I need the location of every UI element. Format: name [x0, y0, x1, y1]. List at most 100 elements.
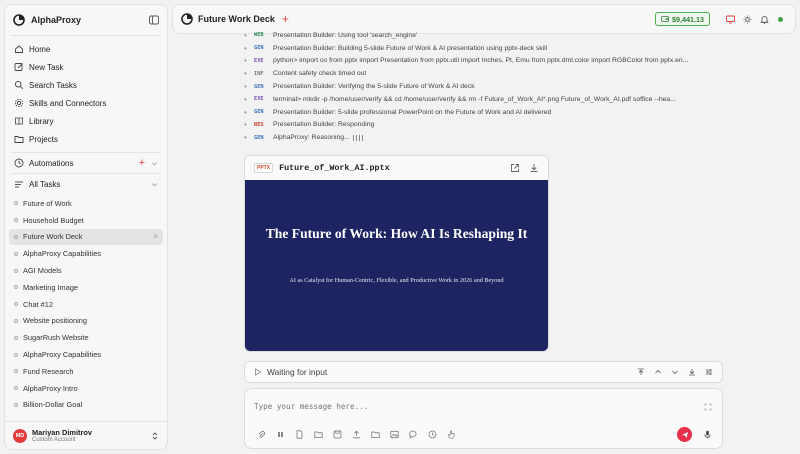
task-label: Future Work Deck: [23, 232, 83, 242]
edit-icon: [14, 63, 23, 71]
file-card-header: PPTX Future_of_Work_AI.pptx: [245, 156, 548, 180]
sidebar-item-search-tasks[interactable]: Search Tasks: [5, 76, 167, 94]
task-item[interactable]: AlphaProxy Capabilities: [5, 346, 167, 363]
balance-badge[interactable]: $9,441.13: [655, 12, 710, 26]
all-tasks-section[interactable]: All Tasks: [5, 174, 167, 194]
log-text: Content safety check timed out: [273, 70, 367, 78]
log-tag: GEN: [254, 83, 264, 90]
new-tab-button[interactable]: +: [282, 13, 289, 25]
sidebar-item-skills[interactable]: Skills and Connectors: [5, 94, 167, 112]
task-item[interactable]: Fund Research: [5, 363, 167, 380]
settings-sliders-icon[interactable]: [705, 368, 713, 376]
slide-preview[interactable]: The Future of Work: How AI Is Reshaping …: [245, 180, 548, 351]
log-entry: • EXE python> import os from pptx import P…: [244, 55, 724, 68]
task-status-dot-icon: [14, 201, 18, 206]
folder-icon: [14, 136, 24, 143]
task-item[interactable]: Future Work Deck ×: [9, 228, 163, 246]
task-status-dot-icon: [14, 386, 18, 391]
task-label: AlphaProxy Capabilities: [23, 350, 102, 360]
task-label: AlphaProxy Intro: [23, 383, 78, 393]
task-item[interactable]: SugarRush Website: [5, 329, 167, 346]
log-text: AlphaProxy: Reasoning...: [273, 134, 350, 142]
chevron-up-icon[interactable]: [654, 368, 662, 376]
sidebar-item-home[interactable]: Home: [5, 40, 167, 58]
log-text: Presentation Builder: Verifying the 5-sl…: [273, 83, 475, 91]
scroll-bottom-icon[interactable]: [688, 368, 696, 376]
slide-subtitle: AI as Catalyst for Human-Centric, Flexib…: [289, 277, 504, 284]
user-profile[interactable]: MD Mariyan Dimitrov Custom Account: [5, 421, 167, 449]
page-title: Future Work Deck: [198, 14, 275, 24]
status-text: Waiting for input: [267, 367, 328, 377]
expand-icon[interactable]: [704, 403, 712, 411]
task-label: AGI Models: [23, 266, 62, 276]
logo-icon: [13, 14, 25, 26]
close-icon[interactable]: ×: [153, 232, 158, 241]
status-bar: Waiting for input: [244, 361, 723, 383]
task-label: Chat #12: [23, 299, 53, 309]
task-item[interactable]: AlphaProxy Capabilities: [5, 245, 167, 262]
scroll-top-icon[interactable]: [637, 368, 645, 376]
sidebar-item-projects[interactable]: Projects: [5, 130, 167, 148]
task-item[interactable]: Marketing Image: [5, 279, 167, 296]
message-input[interactable]: [254, 402, 674, 411]
chat-bubble-icon[interactable]: [409, 430, 418, 439]
sidebar-item-label: Library: [29, 116, 54, 126]
log-text: Presentation Builder: Responding: [273, 121, 375, 129]
folder-icon[interactable]: [371, 430, 380, 439]
log-text: python> import os from pptx import Prese…: [273, 57, 689, 65]
log-text: Presentation Builder: Building 5-slide F…: [273, 44, 548, 52]
task-item[interactable]: AGI Models: [5, 262, 167, 279]
send-button[interactable]: [677, 427, 692, 442]
download-icon[interactable]: [529, 163, 539, 173]
all-tasks-label: All Tasks: [29, 179, 61, 189]
bullet-icon: •: [244, 120, 247, 130]
log-tag: EXE: [254, 96, 264, 103]
sidebar-item-new-task[interactable]: New Task: [5, 58, 167, 76]
pause-icon[interactable]: [276, 430, 285, 439]
activity-log: • WEB Presentation Builder: Using tool 'se…: [244, 29, 724, 144]
chevron-down-icon[interactable]: [151, 160, 158, 167]
sidebar-item-label: Projects: [29, 134, 58, 144]
file-name[interactable]: Future_of_Work_AI.pptx: [279, 163, 501, 173]
sidebar-item-library[interactable]: Library: [5, 112, 167, 130]
sun-icon[interactable]: [743, 15, 752, 24]
chevron-down-icon[interactable]: [671, 368, 679, 376]
log-entry: • GEN Presentation Builder: 5-slide profes…: [244, 106, 724, 119]
chevron-down-icon[interactable]: [151, 181, 158, 188]
task-item[interactable]: Billion-Dollar Goal: [5, 397, 167, 414]
clock-icon[interactable]: [428, 430, 437, 439]
task-list: Future of Work Household Budget Future Wor…: [5, 194, 167, 414]
hand-pointer-icon[interactable]: [447, 430, 456, 439]
task-item[interactable]: Chat #12: [5, 296, 167, 313]
monitor-icon[interactable]: [726, 15, 735, 24]
task-status-dot-icon: [14, 335, 18, 340]
task-status-dot-icon: [14, 369, 18, 374]
file-preview-card[interactable]: PPTX Future_of_Work_AI.pptx The Future o…: [244, 155, 549, 352]
bullet-icon: •: [244, 43, 247, 53]
open-external-icon[interactable]: [510, 163, 520, 173]
task-item[interactable]: Future of Work: [5, 195, 167, 212]
task-label: Website positioning: [23, 316, 87, 326]
image-icon[interactable]: [390, 430, 399, 439]
automations-section[interactable]: Automations +: [5, 153, 167, 173]
bell-icon[interactable]: [760, 15, 769, 24]
save-icon[interactable]: [333, 430, 342, 439]
filter-list-icon: [15, 181, 23, 188]
bullet-icon: •: [244, 56, 247, 66]
task-item[interactable]: AlphaProxy Intro: [5, 380, 167, 397]
task-label: Marketing Image: [23, 282, 79, 292]
loading-indicator-icon: [352, 134, 365, 141]
task-status-dot-icon: [14, 352, 18, 357]
task-status-dot-icon: [14, 302, 18, 307]
sidebar-toggle-icon[interactable]: [149, 15, 159, 25]
task-item[interactable]: Website positioning: [5, 313, 167, 330]
paperclip-icon[interactable]: [257, 430, 266, 439]
document-icon[interactable]: [295, 430, 304, 439]
folder-open-icon[interactable]: [314, 430, 323, 439]
microphone-icon[interactable]: [703, 430, 712, 439]
add-automation-button[interactable]: +: [139, 157, 145, 169]
task-label: Household Budget: [23, 215, 84, 225]
task-item[interactable]: Household Budget: [5, 212, 167, 229]
chevron-updown-icon[interactable]: [151, 431, 159, 440]
upload-icon[interactable]: [352, 430, 361, 439]
